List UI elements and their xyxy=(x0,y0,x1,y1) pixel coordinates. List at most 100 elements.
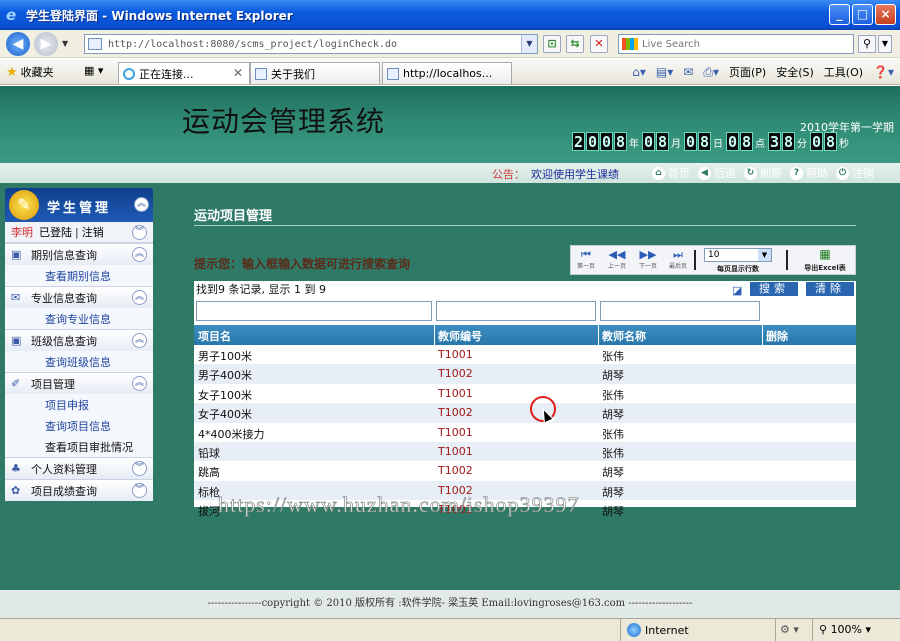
clock-minute-digit: 3 xyxy=(768,132,781,151)
help-icon[interactable]: ❓▾ xyxy=(873,65,894,79)
print-icon[interactable]: ⎙▾ xyxy=(703,65,719,80)
sidebar-item-view-term[interactable]: 查看期别信息 xyxy=(5,265,153,286)
sidebar-item-query-class[interactable]: 查询班级信息 xyxy=(5,351,153,372)
refresh-icon[interactable]: ⇆ xyxy=(566,35,584,53)
sidebar-item-query-project[interactable]: 查询项目信息 xyxy=(5,415,153,436)
expand-icon[interactable]: ︾ xyxy=(132,225,147,240)
sidebar-group-class[interactable]: ▣ 班级信息查询 ︽ xyxy=(5,329,153,351)
sidebar-item-project-approval[interactable]: 查看项目审批情况 xyxy=(5,436,153,457)
table-row[interactable]: 4*400米接力 T1001 张伟 xyxy=(194,423,856,442)
home-icon[interactable]: ⌂▾ xyxy=(632,65,646,79)
collapse-icon[interactable]: ︽ xyxy=(134,197,149,212)
table-row[interactable]: 女子100米 T1001 张伟 xyxy=(194,384,856,403)
logout-link[interactable]: ⏻ 注销 xyxy=(836,165,874,181)
table-row[interactable]: 跳高 T1002 胡琴 xyxy=(194,461,856,480)
protected-mode-icon[interactable]: ⚙ ▾ xyxy=(775,619,811,641)
class-icon: ▣ xyxy=(11,333,22,347)
logout-link[interactable]: 注销 xyxy=(82,224,104,240)
filter-teacher-id[interactable] xyxy=(436,301,596,321)
export-excel-label: 导出Excel表 xyxy=(804,264,846,272)
main-content: 运动项目管理 提示您：输入框输入数据可进行搜索查询 ⏮ 第一页 ◀◀ 上一页 ▶▶ 下… xyxy=(172,183,900,593)
url-dropdown-icon[interactable]: ▼ xyxy=(521,35,537,53)
url-text: http://localhost:8080/scms_project/login… xyxy=(108,38,397,50)
page-size-value: 10 xyxy=(708,250,720,260)
collapse-icon[interactable]: ︽ xyxy=(132,290,147,305)
collapse-icon[interactable]: ︽ xyxy=(132,247,147,262)
expand-icon[interactable]: ︾ xyxy=(132,461,147,476)
table-row[interactable]: 男子100米 T1001 张伟 xyxy=(194,345,856,364)
page-size-select[interactable]: 10 ▼ xyxy=(704,248,772,262)
home-link[interactable]: ⌂ 首页 xyxy=(652,165,690,181)
clock: 2008 年 08 月 08 日 08 点 38 分 08 秒 xyxy=(572,132,852,151)
clock-second-digit: 0 xyxy=(810,132,823,151)
excel-icon: ▦ xyxy=(819,247,831,261)
tab-about-us[interactable]: 关于我们 xyxy=(250,62,380,84)
open-folder-icon[interactable]: ◪ xyxy=(732,282,748,297)
back-link[interactable]: ◀ 后退 xyxy=(698,165,736,181)
close-button[interactable]: × xyxy=(875,4,896,25)
sidebar-group-major[interactable]: ✉ 专业信息查询 ︽ xyxy=(5,286,153,308)
help-link[interactable]: ? 帮助 xyxy=(790,165,828,181)
table-row[interactable]: 男子400米 T1002 胡琴 xyxy=(194,364,856,384)
search-field[interactable] xyxy=(618,34,854,54)
maximize-button[interactable]: □ xyxy=(852,4,873,25)
close-tab-icon[interactable]: ✕ xyxy=(233,66,243,80)
favorites-button[interactable]: ★ 收藏夹 xyxy=(6,64,54,80)
last-page-button[interactable]: ⏭ 最后页 xyxy=(663,249,693,273)
next-page-button[interactable]: ▶▶ 下一页 xyxy=(633,249,663,273)
search-input[interactable] xyxy=(642,38,822,50)
clear-button[interactable]: 清除 xyxy=(806,282,854,296)
mail-icon[interactable]: ✉ xyxy=(683,65,693,79)
divider xyxy=(786,250,788,270)
sidebar-group-profile[interactable]: ♣ 个人资料管理 ︾ xyxy=(5,457,153,479)
clock-unit-second: 秒 xyxy=(839,139,849,150)
search-dropdown-icon[interactable]: ▼ xyxy=(878,35,892,53)
column-header[interactable]: 教师编号 xyxy=(438,328,482,344)
tab-localhost[interactable]: http://localhos... xyxy=(382,62,512,84)
search-button[interactable]: 搜索 xyxy=(750,282,798,296)
expand-icon[interactable]: ︾ xyxy=(132,483,147,498)
cell-teacher-name: 胡琴 xyxy=(602,466,624,480)
filter-teacher-name[interactable] xyxy=(600,301,760,321)
column-header[interactable]: 项目名 xyxy=(198,328,231,344)
sidebar-item-project-apply[interactable]: 项目申报 xyxy=(5,394,153,415)
tab-connecting[interactable]: 正在连接... ✕ xyxy=(118,62,250,84)
security-zone[interactable]: Internet xyxy=(620,619,770,641)
page-viewport: 运动会管理系统 2010学年第一学期 2008 年 08 月 08 日 08 点… xyxy=(0,86,900,618)
collapse-icon[interactable]: ︽ xyxy=(132,376,147,391)
table-row[interactable]: 女子400米 T1002 胡琴 xyxy=(194,403,856,423)
sidebar-group-score[interactable]: ✿ 项目成绩查询 ︾ xyxy=(5,479,153,501)
home-link-label: 首页 xyxy=(668,167,690,180)
compat-view-icon[interactable]: ⊡ xyxy=(543,35,561,53)
live-search-icon xyxy=(622,38,638,50)
pencil-icon: ✎ xyxy=(9,190,39,220)
tools-menu[interactable]: 工具(O) xyxy=(824,64,863,80)
first-page-button[interactable]: ⏮ 第一页 xyxy=(571,249,601,273)
stop-icon[interactable]: ✕ xyxy=(590,35,608,53)
export-excel-button[interactable]: ▦ 导出Excel表 xyxy=(797,247,853,275)
sidebar-group-term[interactable]: ▣ 期别信息查询 ︽ xyxy=(5,243,153,265)
feeds-icon[interactable]: ▤▾ xyxy=(656,65,673,79)
search-icon[interactable]: ⚲ xyxy=(858,35,876,53)
history-dropdown-icon[interactable]: ▼ xyxy=(62,39,68,48)
refresh-link[interactable]: ↻ 刷新 xyxy=(744,165,782,181)
column-header[interactable]: 教师名称 xyxy=(602,328,646,344)
filter-project-name[interactable] xyxy=(196,301,432,321)
sidebar-item-query-major[interactable]: 查询专业信息 xyxy=(5,308,153,329)
table-row[interactable]: 铅球 T1001 张伟 xyxy=(194,441,856,462)
back-button[interactable]: ◀ xyxy=(6,32,30,56)
prev-page-button[interactable]: ◀◀ 上一页 xyxy=(602,249,632,273)
safety-menu[interactable]: 安全(S) xyxy=(776,64,814,80)
collapse-icon[interactable]: ︽ xyxy=(132,333,147,348)
column-header[interactable]: 删除 xyxy=(766,328,788,344)
page-menu[interactable]: 页面(P) xyxy=(729,64,766,80)
minimize-button[interactable]: _ xyxy=(829,4,850,25)
sidebar-group-label: 班级信息查询 xyxy=(31,334,97,348)
cell-project-name: 标枪 xyxy=(198,485,220,499)
forward-button[interactable]: ▶ xyxy=(34,32,58,56)
sidebar-group-project[interactable]: ✐ 项目管理 ︽ xyxy=(5,372,153,394)
header-banner: 运动会管理系统 2010学年第一学期 2008 年 08 月 08 日 08 点… xyxy=(0,86,900,163)
url-field[interactable]: http://localhost:8080/scms_project/login… xyxy=(84,34,538,54)
quick-tabs-icon[interactable]: ▦ ▾ xyxy=(84,64,103,77)
zoom-control[interactable]: ⚲ 100% ▾ xyxy=(812,619,900,641)
